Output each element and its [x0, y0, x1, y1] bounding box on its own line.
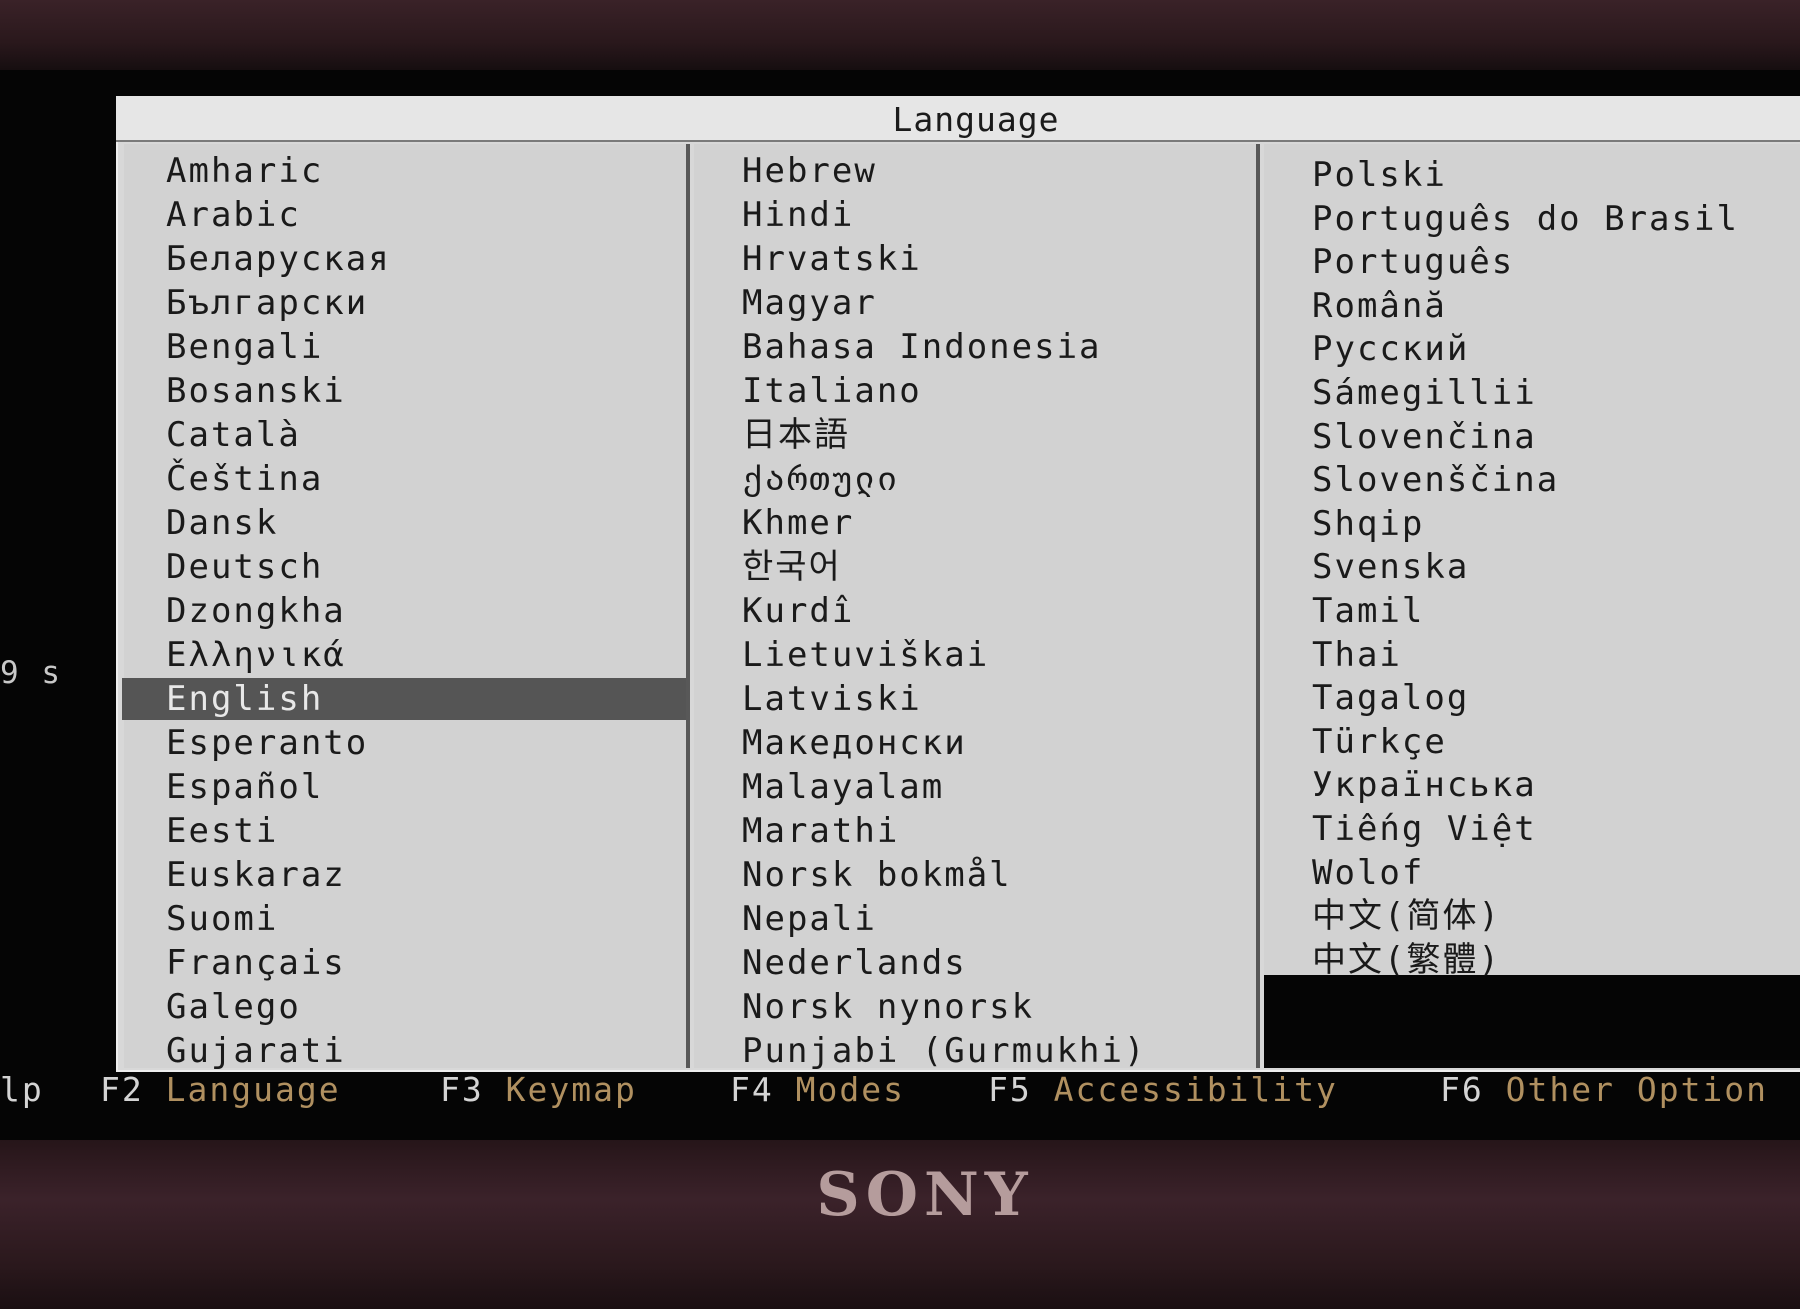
language-option[interactable]: Nepali [742, 898, 877, 940]
function-key-help[interactable]: lp [0, 1070, 44, 1109]
function-key-f2[interactable]: F2 Language [100, 1070, 341, 1109]
language-option[interactable]: Shqip [1312, 503, 1424, 545]
language-option[interactable]: Polski [1312, 154, 1447, 196]
language-option[interactable]: Tagalog [1312, 677, 1469, 719]
language-option[interactable]: Tamil [1312, 590, 1424, 632]
language-option[interactable]: Kurdî [742, 590, 854, 632]
function-key-code: F6 [1440, 1070, 1484, 1109]
language-option[interactable]: Amharic [166, 150, 323, 192]
language-option[interactable]: Ελληνικά [166, 634, 346, 676]
language-option[interactable]: Български [166, 282, 368, 324]
language-option[interactable]: Euskaraz [166, 854, 346, 896]
language-option[interactable]: Dansk [166, 502, 278, 544]
language-option[interactable]: Esperanto [166, 722, 368, 764]
language-option[interactable]: Sámegillii [1312, 372, 1537, 414]
language-option[interactable]: Dzongkha [166, 590, 346, 632]
language-option[interactable]: Deutsch [166, 546, 323, 588]
language-option[interactable]: Беларуская [166, 238, 391, 280]
language-option[interactable]: Português [1312, 241, 1514, 283]
function-key-code: F2 [100, 1070, 144, 1109]
language-option[interactable]: Lietuviškai [742, 634, 989, 676]
language-option[interactable]: Bosanski [166, 370, 346, 412]
dialog-title: Language [892, 100, 1060, 139]
language-option[interactable]: Hindi [742, 194, 854, 236]
function-key-code: F3 [440, 1070, 484, 1109]
function-key-code: F5 [988, 1070, 1032, 1109]
language-option[interactable]: Wolof [1312, 852, 1424, 894]
language-option[interactable]: Čeština [166, 458, 323, 500]
monitor-bezel-top [0, 0, 1800, 70]
language-option[interactable]: Hebrew [742, 150, 877, 192]
column-separator [686, 144, 690, 1068]
language-option[interactable]: 日本語 [742, 414, 850, 456]
function-key-label: Keymap [505, 1070, 637, 1109]
boot-countdown: 9 s [0, 655, 62, 691]
function-key-label: Language [165, 1070, 341, 1109]
language-option[interactable]: Español [166, 766, 323, 808]
language-option[interactable]: Eesti [166, 810, 278, 852]
language-option[interactable]: Thai [1312, 634, 1402, 676]
brand-logo: SONY [816, 1160, 1034, 1230]
function-key-label: lp [0, 1070, 44, 1109]
language-option[interactable]: Malayalam [742, 766, 944, 808]
language-option[interactable]: Hrvatski [742, 238, 922, 280]
language-option[interactable]: Русский [1312, 328, 1469, 370]
language-option[interactable]: Latviski [742, 678, 922, 720]
language-option[interactable]: Marathi [742, 810, 899, 852]
dialog-title-bar: Language [116, 96, 1800, 142]
language-option[interactable]: Bahasa Indonesia [742, 326, 1102, 368]
function-key-f5[interactable]: F5 Accessibility [988, 1070, 1338, 1109]
language-option[interactable]: ქართული [742, 458, 899, 500]
language-option[interactable]: Português do Brasil [1312, 198, 1739, 240]
language-option[interactable]: English [122, 678, 686, 720]
language-option[interactable]: Bengali [166, 326, 323, 368]
column-3-empty-area [1264, 975, 1800, 1068]
language-option[interactable]: Magyar [742, 282, 877, 324]
language-option[interactable]: Khmer [742, 502, 854, 544]
language-option[interactable]: Italiano [742, 370, 922, 412]
function-key-label: Modes [795, 1070, 905, 1109]
language-option[interactable]: Svenska [1312, 546, 1469, 588]
language-option[interactable]: Tiếng Việt [1312, 808, 1537, 850]
language-option[interactable]: Українська [1312, 764, 1537, 806]
language-option[interactable]: 中文(简体) [1312, 895, 1501, 937]
column-separator [1256, 144, 1260, 1068]
language-option[interactable]: Suomi [166, 898, 278, 940]
language-option[interactable]: Slovenščina [1312, 459, 1559, 501]
language-option[interactable]: Français [166, 942, 346, 984]
function-key-code: F4 [730, 1070, 774, 1109]
language-option[interactable]: Norsk nynorsk [742, 986, 1034, 1028]
language-option[interactable]: 한국어 [742, 546, 842, 588]
function-key-f6[interactable]: F6 Other Option [1440, 1070, 1768, 1109]
function-key-f4[interactable]: F4 Modes [730, 1070, 905, 1109]
function-key-label: Accessibility [1053, 1070, 1338, 1109]
language-option[interactable]: Arabic [166, 194, 301, 236]
function-key-label: Other Option [1505, 1070, 1769, 1109]
language-option[interactable]: Norsk bokmål [742, 854, 1012, 896]
function-key-f3[interactable]: F3 Keymap [440, 1070, 637, 1109]
language-option[interactable]: Slovenčina [1312, 416, 1537, 458]
function-key-bar: lp F2 Language F3 Keymap F4 Modes F5 Accessi… [0, 1060, 1800, 1120]
language-option[interactable]: Română [1312, 285, 1447, 327]
language-option[interactable]: 中文(繁體) [1312, 939, 1501, 981]
language-option[interactable]: Nederlands [742, 942, 967, 984]
language-option[interactable]: Türkçe [1312, 721, 1447, 763]
language-option[interactable]: Galego [166, 986, 301, 1028]
language-option[interactable]: Македонски [742, 722, 967, 764]
language-option[interactable]: Català [166, 414, 301, 456]
